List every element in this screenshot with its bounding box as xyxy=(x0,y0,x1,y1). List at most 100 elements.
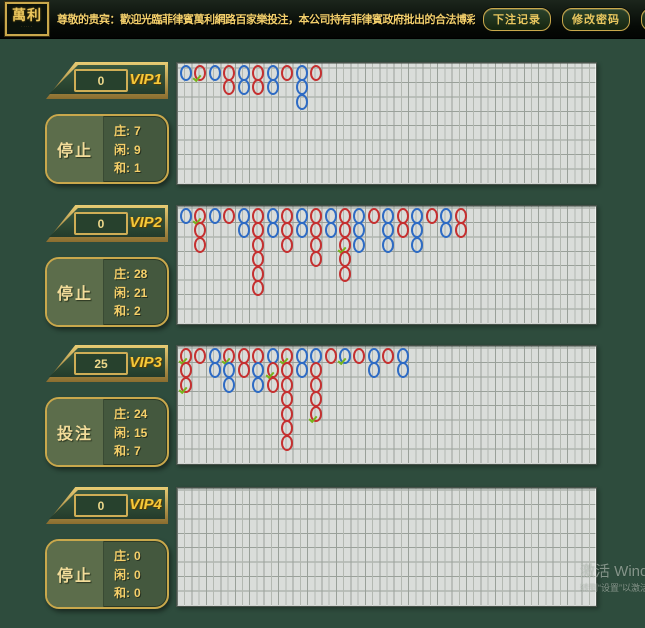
logo-subtitle: ····· xyxy=(21,24,33,29)
table-tab[interactable]: 0 VIP1 xyxy=(46,62,168,99)
bet-records-button[interactable]: 下注记录 xyxy=(483,8,551,31)
table-name-label: VIP2 xyxy=(129,214,162,231)
tie-count: 0 xyxy=(134,586,141,600)
player-circle xyxy=(238,79,250,95)
road-grid xyxy=(176,62,597,185)
bet-amount-box: 0 xyxy=(74,494,128,517)
logo-title: 萬利 xyxy=(12,10,42,24)
table-status-panel: 停止 庄:7 闲:9 和: 1 xyxy=(45,114,169,184)
app-logo: 萬利 ····· xyxy=(5,2,49,36)
table-tab[interactable]: 0 VIP4 xyxy=(46,487,168,524)
banker-label: 庄: xyxy=(114,549,130,563)
banker-circle xyxy=(267,377,279,393)
table-row: 0 VIP4 停止 庄:0 闲:0 和:0 xyxy=(0,487,645,607)
player-label: 闲: xyxy=(114,568,130,582)
player-count-row: 闲:0 xyxy=(114,566,167,583)
player-circle xyxy=(267,222,279,238)
tie-tick-icon xyxy=(337,356,346,365)
banker-circle xyxy=(339,251,351,267)
player-circle xyxy=(252,377,264,393)
tie-count: 1 xyxy=(134,161,141,175)
banker-circle xyxy=(339,266,351,282)
player-count-row: 闲: 21 xyxy=(114,284,167,301)
player-circle xyxy=(440,222,452,238)
banker-circle xyxy=(180,377,192,393)
player-circle xyxy=(238,222,250,238)
bet-amount-box: 25 xyxy=(74,352,128,375)
table-tab[interactable]: 25 VIP3 xyxy=(46,345,168,382)
table-stats: 庄:0 闲:0 和:0 xyxy=(104,541,167,607)
banker-circle xyxy=(281,65,293,81)
banker-circle xyxy=(310,65,322,81)
player-circle xyxy=(296,362,308,378)
banker-circle xyxy=(281,435,293,451)
player-count-row: 闲:9 xyxy=(114,141,167,158)
banker-circle xyxy=(397,222,409,238)
table-row: 0 VIP2 停止 庄:28 闲:21 和:2 xyxy=(0,205,645,325)
player-circle xyxy=(397,362,409,378)
tie-count: 7 xyxy=(134,444,141,458)
player-circle xyxy=(411,237,423,253)
tie-label: 和: xyxy=(114,444,130,458)
banker-circle xyxy=(426,208,438,224)
road-grid xyxy=(176,205,597,325)
table-stats: 庄:7 闲:9 和: 1 xyxy=(104,116,167,182)
tie-tick-icon xyxy=(309,414,318,423)
table-status-panel: 停止 庄:0 闲:0 和:0 xyxy=(45,539,169,609)
tie-count-row: 和: 1 xyxy=(114,159,167,176)
banker-label: 庄: xyxy=(114,407,130,421)
table-row: 0 VIP1 停止 庄:7 闲:9 和: 1 xyxy=(0,62,645,185)
banker-circle xyxy=(252,280,264,296)
player-count: 21 xyxy=(134,286,147,300)
player-count-row: 闲:15 xyxy=(114,424,167,441)
banker-circle xyxy=(310,251,322,267)
welcome-marquee: 尊敬的贵宾：歡迎光臨菲律賓萬利網路百家樂投注，本公司持有菲律賓政府批出的合法博彩… xyxy=(57,11,475,27)
player-circle xyxy=(353,237,365,253)
table-row: 25 VIP3 投注 庄: 24 闲:15 和: 7 xyxy=(0,345,645,465)
banker-circle xyxy=(194,237,206,253)
player-circle xyxy=(382,237,394,253)
table-tab[interactable]: 0 VIP2 xyxy=(46,205,168,242)
player-circle xyxy=(296,222,308,238)
banker-count-row: 庄:7 xyxy=(114,122,167,139)
banker-count-row: 庄: 0 xyxy=(114,547,167,564)
table-name-label: VIP1 xyxy=(129,71,162,88)
banker-circle xyxy=(223,79,235,95)
banker-count: 0 xyxy=(134,549,141,563)
player-label: 闲: xyxy=(114,286,130,300)
table-status-badge: 停止 xyxy=(47,541,104,607)
player-circle xyxy=(223,377,235,393)
player-circle xyxy=(180,208,192,224)
banker-count: 24 xyxy=(134,407,147,421)
change-password-button[interactable]: 修改密码 xyxy=(562,8,630,31)
banker-label: 庄: xyxy=(114,124,130,138)
player-circle xyxy=(325,222,337,238)
banker-circle xyxy=(281,391,293,407)
banker-circle xyxy=(238,362,250,378)
player-label: 闲: xyxy=(114,143,130,157)
banker-count-row: 庄:28 xyxy=(114,265,167,282)
banker-circle xyxy=(368,208,380,224)
banker-circle xyxy=(455,222,467,238)
bet-amount-box: 0 xyxy=(74,69,128,92)
banker-circle xyxy=(252,79,264,95)
tie-label: 和: xyxy=(114,304,130,318)
banker-circle xyxy=(252,251,264,267)
bet-amount-box: 0 xyxy=(74,212,128,235)
tie-count-row: 和: 7 xyxy=(114,442,167,459)
tie-count: 2 xyxy=(134,304,141,318)
table-status-panel: 停止 庄:28 闲:21 和:2 xyxy=(45,257,169,327)
tie-label: 和: xyxy=(114,161,130,175)
player-circle xyxy=(296,94,308,110)
table-status-badge: 投注 xyxy=(47,399,104,465)
banker-label: 庄: xyxy=(114,267,130,281)
logout-button[interactable]: 退出 xyxy=(641,8,645,31)
player-circle xyxy=(209,65,221,81)
table-name-label: VIP3 xyxy=(129,354,162,371)
banker-circle xyxy=(194,65,206,81)
tie-count-row: 和: 2 xyxy=(114,302,167,319)
road-grid xyxy=(176,345,597,465)
table-status-badge: 停止 xyxy=(47,116,104,182)
tie-tick-icon xyxy=(179,385,188,394)
player-circle xyxy=(339,348,351,364)
